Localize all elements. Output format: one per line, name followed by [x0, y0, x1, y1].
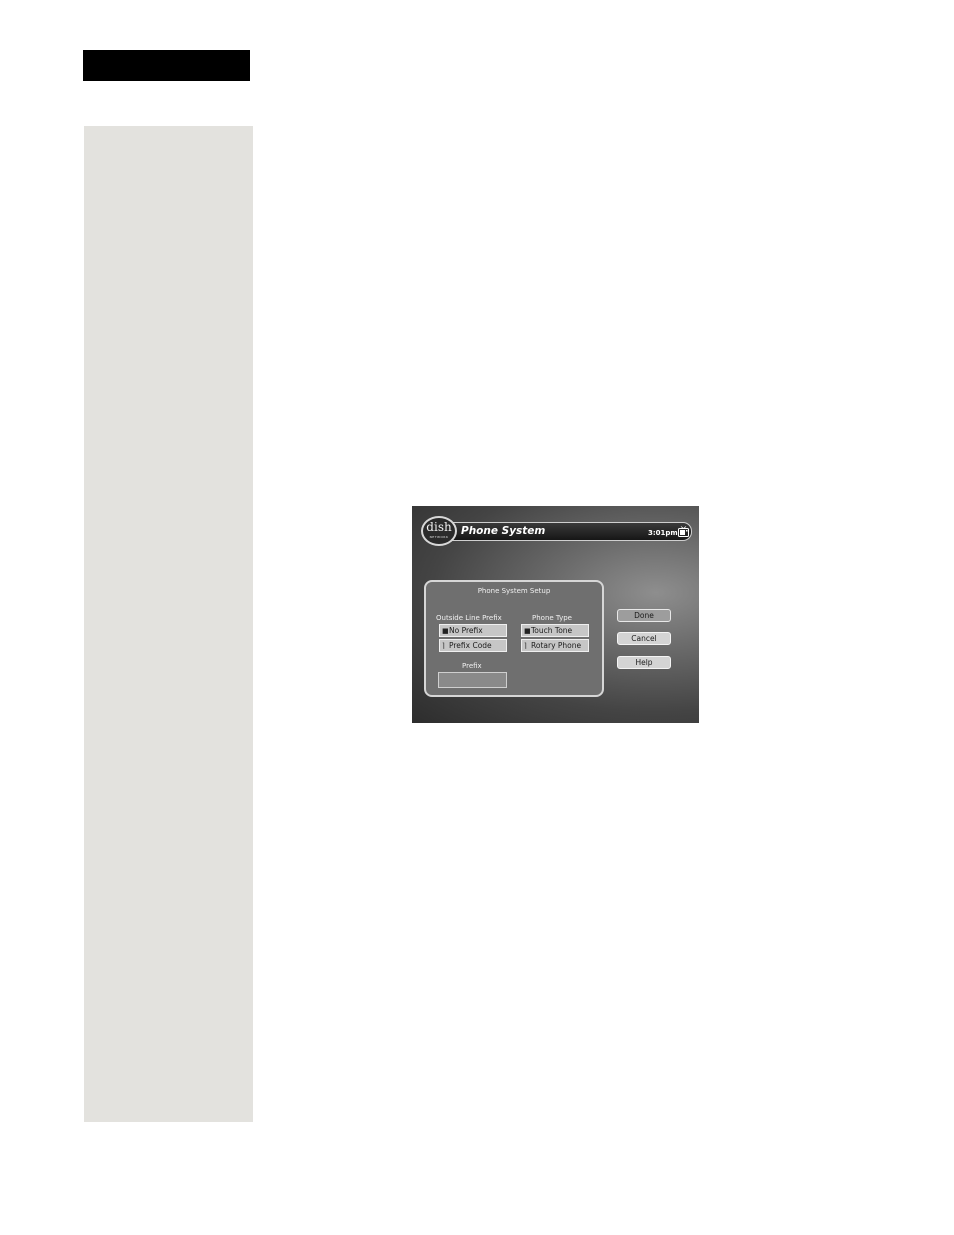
phone-type-label: Phone Type: [532, 614, 572, 622]
outside-line-prefix-label: Outside Line Prefix: [436, 614, 502, 622]
help-button[interactable]: Help: [617, 656, 671, 669]
option-label: No Prefix: [449, 626, 483, 635]
option-touch-tone[interactable]: ■ Touch Tone: [521, 624, 589, 637]
phone-system-setup-dialog: Phone System Setup Outside Line Prefix ■…: [424, 580, 604, 697]
dialog-title: Phone System Setup: [477, 587, 551, 595]
prefix-input[interactable]: [438, 672, 507, 688]
screen-title: Phone System: [461, 525, 546, 537]
selected-radio-icon: ■: [524, 627, 531, 635]
option-prefix-code[interactable]: ⌉ Prefix Code: [439, 639, 507, 652]
selected-radio-icon: ■: [442, 627, 449, 635]
prefix-label: Prefix: [462, 662, 482, 670]
option-label: Touch Tone: [531, 626, 573, 635]
unselected-radio-icon: ⌉: [524, 642, 527, 650]
option-no-prefix[interactable]: ■ No Prefix: [439, 624, 507, 637]
option-label: Rotary Phone: [531, 641, 582, 650]
cancel-button[interactable]: Cancel: [617, 632, 671, 645]
page-header-tab: [83, 50, 250, 81]
page-sidebar: [84, 126, 253, 1122]
clock: 3:01pm: [648, 529, 678, 537]
tv-icon: [678, 526, 689, 537]
unselected-radio-icon: ⌉: [442, 642, 445, 650]
logo-text: dish: [426, 520, 452, 534]
option-rotary-phone[interactable]: ⌉ Rotary Phone: [521, 639, 589, 652]
logo-subtext: NETWORK: [429, 535, 449, 539]
tv-screen: dish NETWORK Phone System 3:01pm Phone S…: [412, 506, 699, 723]
option-label: Prefix Code: [449, 641, 492, 650]
dish-network-logo: dish NETWORK: [421, 516, 457, 546]
done-button[interactable]: Done: [617, 609, 671, 622]
